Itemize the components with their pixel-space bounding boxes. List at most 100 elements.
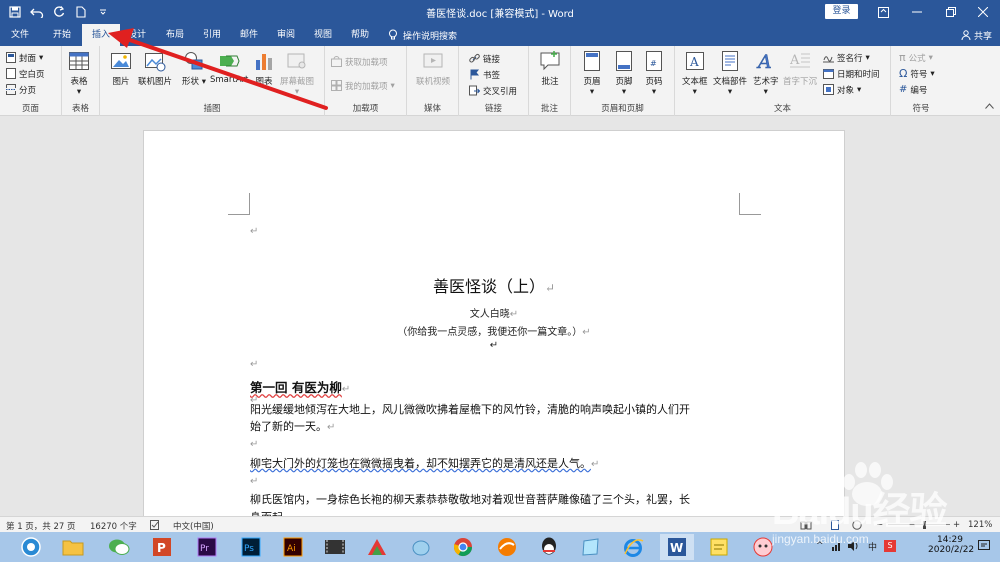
page-count[interactable]: 第 1 页，共 27 页 (6, 520, 76, 532)
tab-layout[interactable]: 布局 (158, 24, 192, 46)
bookmark-button[interactable]: 书签 (469, 67, 500, 82)
document-title[interactable]: 善医怪谈（上）↵ (144, 273, 844, 297)
page-number-button[interactable]: # 页码 ▾ (643, 50, 665, 97)
chart-button[interactable]: 图表 (253, 50, 275, 87)
login-button[interactable]: 登录 (825, 4, 858, 19)
group-text: A 文本框 ▾ 文档部件 ▾ A 艺术字 ▾ A 首字下沉 签名行 ▾ 日期和时间 对象… (675, 46, 891, 116)
tab-insert[interactable]: 插入 (82, 24, 120, 46)
date-time-button[interactable]: 日期和时间 (823, 66, 880, 81)
notepad-icon[interactable] (574, 534, 608, 560)
paragraph-2[interactable]: 柳宅大门外的灯笼也在微微摇曳着，却不知摆弄它的是清风还是人气。↵ (250, 453, 740, 476)
cover-page-button[interactable]: 封面 ▾ (6, 50, 43, 65)
illustrator-icon[interactable]: Ai (276, 534, 310, 560)
blank-page-button[interactable]: 空白页 (6, 66, 45, 81)
collapse-ribbon-icon[interactable] (985, 102, 994, 112)
browser-icon[interactable] (490, 534, 524, 560)
comment-icon (540, 51, 560, 71)
word-count[interactable]: 16270 个字 (90, 520, 137, 532)
smartart-button[interactable]: SmartArt (210, 50, 248, 85)
photoshop-icon[interactable]: Ps (234, 534, 268, 560)
footer-button[interactable]: 页脚 ▾ (613, 50, 635, 97)
picture-button[interactable]: 图片 (110, 50, 132, 87)
premiere-icon[interactable]: Pr (190, 534, 224, 560)
paragraph-1-line-2[interactable]: 始了新的一天。↵ (250, 416, 740, 439)
powerpoint-icon[interactable]: P (145, 534, 179, 560)
page-break-button[interactable]: 分页 (6, 82, 36, 97)
tab-mailings[interactable]: 邮件 (232, 24, 266, 46)
my-addins-button[interactable]: 我的加载项 ▾ (331, 78, 395, 93)
word-icon[interactable]: W (660, 534, 694, 560)
video-editor-icon[interactable] (318, 534, 352, 560)
tab-file[interactable]: 文件 (4, 24, 36, 46)
chrome-icon[interactable] (446, 534, 480, 560)
wechat-icon[interactable] (102, 534, 136, 560)
number-button[interactable]: # 编号 (899, 82, 927, 97)
tab-view[interactable]: 视图 (306, 24, 340, 46)
ribbon-display-options-icon[interactable] (866, 0, 900, 24)
blank-page-icon (6, 68, 16, 79)
language-indicator[interactable]: 中文(中国) (173, 520, 214, 532)
internet-explorer-icon[interactable] (616, 534, 650, 560)
document-author[interactable]: 文人白晓↵ (144, 305, 844, 320)
get-addins-button[interactable]: 获取加载项 (331, 54, 388, 69)
xmind-icon[interactable] (360, 534, 394, 560)
bird-app-icon[interactable] (404, 534, 438, 560)
svg-text:A: A (689, 55, 699, 69)
sticky-notes-icon[interactable] (702, 534, 736, 560)
my-addins-icon (331, 80, 342, 91)
screenshot-icon (287, 53, 306, 69)
qq-icon[interactable] (532, 534, 566, 560)
empty-paragraph-mark: ↵ (250, 476, 259, 487)
tab-design[interactable]: 设计 (120, 24, 154, 46)
chapter-heading[interactable]: 第一回 有医为柳↵ (250, 377, 350, 396)
group-comments-label: 批注 (540, 104, 558, 114)
restore-icon[interactable] (934, 0, 968, 24)
header-icon (584, 51, 600, 71)
group-tables-label: 表格 (71, 104, 89, 114)
share-button[interactable]: 共享 (961, 27, 992, 43)
start-button[interactable] (14, 534, 48, 560)
cross-reference-icon (469, 85, 480, 96)
tab-references[interactable]: 引用 (195, 24, 229, 46)
chart-icon (256, 54, 272, 70)
object-button[interactable]: 对象 ▾ (823, 82, 861, 97)
page-number-icon: # (646, 51, 662, 71)
close-icon[interactable] (966, 0, 1000, 24)
empty-paragraph-mark: ↵ (250, 359, 259, 370)
minimize-icon[interactable] (900, 0, 934, 24)
svg-text:Ps: Ps (244, 544, 254, 554)
document-page[interactable]: ↵ 善医怪谈（上）↵ 文人白晓↵ （你给我一点灵感，我便还你一篇文章。）↵ ↵ … (143, 130, 845, 530)
signature-line-button[interactable]: 签名行 ▾ (823, 50, 870, 65)
document-workspace[interactable]: ↵ 善医怪谈（上）↵ 文人白晓↵ （你给我一点灵感，我便还你一篇文章。）↵ ↵ … (0, 117, 1000, 530)
group-header-footer-label: 页眉和页脚 (601, 104, 644, 114)
tell-me-search[interactable]: 操作说明搜索 (388, 27, 457, 43)
cross-reference-button[interactable]: 交叉引用 (469, 83, 517, 98)
group-illustrations: 图片 联机图片 形状 ▾ SmartArt 图表 屏幕截图 ▾ 插图 (100, 46, 325, 116)
drop-cap-button[interactable]: A 首字下沉 (783, 50, 817, 87)
quick-parts-button[interactable]: 文档部件 ▾ (713, 50, 747, 97)
crop-mark-top-left (228, 193, 250, 215)
bookmark-icon (470, 69, 480, 80)
pi-icon: π (899, 51, 906, 64)
crop-mark-top-right (739, 193, 761, 215)
file-explorer-icon[interactable] (56, 534, 90, 560)
shapes-button[interactable]: 形状 ▾ (182, 50, 206, 87)
table-button[interactable]: 表格 ▾ (68, 50, 90, 97)
wordart-button[interactable]: A 艺术字 ▾ (753, 50, 779, 97)
tab-home[interactable]: 开始 (42, 24, 82, 46)
equation-button[interactable]: π 公式 ▾ (899, 50, 933, 65)
document-tagline[interactable]: （你给我一点灵感，我便还你一篇文章。）↵ (144, 323, 844, 338)
person-icon (961, 30, 971, 40)
online-picture-button[interactable]: 联机图片 (138, 50, 172, 87)
online-video-button[interactable]: 联机视频 (416, 50, 450, 87)
header-button[interactable]: 页眉 ▾ (581, 50, 603, 97)
screenshot-button[interactable]: 屏幕截图 ▾ (280, 50, 314, 97)
group-text-label: 文本 (773, 104, 791, 114)
tab-review[interactable]: 审阅 (269, 24, 303, 46)
tab-help[interactable]: 帮助 (343, 24, 377, 46)
svg-text:A: A (789, 53, 800, 68)
comment-button[interactable]: 批注 (539, 50, 561, 87)
textbox-button[interactable]: A 文本框 ▾ (682, 50, 708, 97)
symbol-button[interactable]: Ω 符号 ▾ (899, 66, 935, 81)
link-button[interactable]: 链接 (469, 51, 500, 66)
